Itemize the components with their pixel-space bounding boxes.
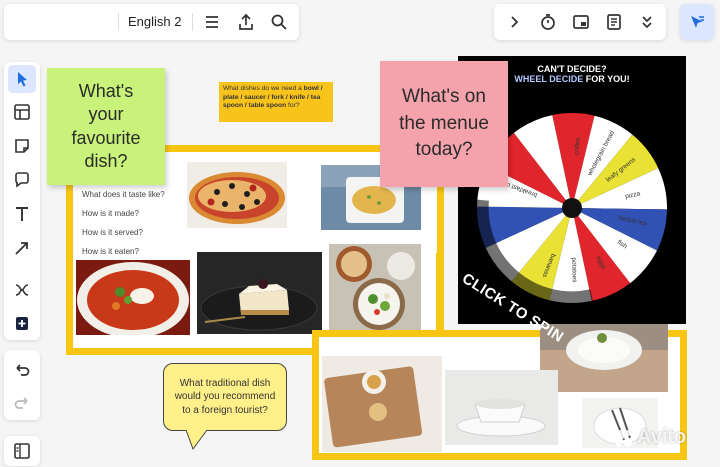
pizza-photo[interactable] <box>187 162 287 228</box>
comment-tail <box>185 429 208 451</box>
arrow-icon <box>15 242 28 255</box>
watermark-text: Avito <box>637 426 687 448</box>
question-made: How is it made? <box>82 209 139 218</box>
comment-tool[interactable] <box>8 166 36 194</box>
question-taste: What does it taste like? <box>82 190 165 199</box>
teacup-photo[interactable] <box>445 370 558 445</box>
timer-icon <box>541 14 555 30</box>
top-toolbar-left: English 2 <box>4 4 299 40</box>
plus-icon <box>16 317 28 330</box>
share-button[interactable] <box>232 8 260 36</box>
toolbar-divider <box>118 13 119 31</box>
tray-photo[interactable] <box>322 356 442 452</box>
mindmap-tool[interactable] <box>8 276 36 304</box>
sticky-note-icon <box>15 139 29 153</box>
panel-toggle[interactable] <box>4 436 40 466</box>
question-served: How is it served? <box>82 228 143 237</box>
select-tool[interactable] <box>8 65 36 93</box>
sticky-favourite-dish-text: What's your favourite dish? <box>71 80 141 171</box>
expand-button[interactable] <box>500 8 528 36</box>
sticky-menu-today-text: What's on the menue today? <box>399 86 489 161</box>
layout-icon <box>14 104 30 120</box>
sidebar-icon <box>14 443 30 459</box>
more-button[interactable] <box>633 8 661 36</box>
borscht-photo[interactable] <box>76 260 190 335</box>
search-button[interactable] <box>265 8 293 36</box>
redo-button[interactable] <box>8 388 36 416</box>
comment-traditional-dish[interactable]: What traditional dish would you recommen… <box>163 363 287 431</box>
top-toolbar-right <box>494 4 666 40</box>
notes-button[interactable] <box>600 8 628 36</box>
dishes-note[interactable]: What dishes do we need a bowl / plate / … <box>219 82 333 122</box>
search-icon <box>271 14 287 30</box>
cursor-icon <box>18 72 27 87</box>
salad-photo[interactable] <box>329 244 421 336</box>
watermark-dots-icon <box>615 429 632 447</box>
chevron-double-down-icon <box>642 16 652 29</box>
redo-icon <box>14 397 28 409</box>
connector-tool[interactable] <box>8 234 36 262</box>
screen-icon <box>573 15 589 29</box>
reactions-button[interactable] <box>680 4 714 40</box>
dishes-note-after: for? <box>286 102 300 110</box>
undo-icon <box>16 364 30 376</box>
sticky-favourite-dish[interactable]: What's your favourite dish? <box>47 68 165 185</box>
question-eaten: How is it eaten? <box>82 247 139 256</box>
language-selector[interactable]: English 2 <box>128 14 181 29</box>
text-icon <box>16 207 28 221</box>
chevron-right-icon <box>511 16 519 28</box>
dishes-note-before: What dishes do we need a <box>223 85 304 92</box>
mindmap-icon <box>15 284 29 296</box>
present-button[interactable] <box>567 8 595 36</box>
menu-icon <box>206 16 218 28</box>
history-toolbar <box>4 350 40 420</box>
sticky-menu-today[interactable]: What's on the menue today? <box>380 61 508 187</box>
left-toolbar <box>4 62 40 340</box>
upload-icon <box>239 13 253 30</box>
menu-button[interactable] <box>198 8 226 36</box>
comment-traditional-dish-text: What traditional dish would you recommen… <box>174 377 276 416</box>
timer-button[interactable] <box>534 8 562 36</box>
wheel-segment-label: potatoes <box>570 257 578 283</box>
toolbar-divider <box>192 13 193 31</box>
templates-tool[interactable] <box>8 98 36 126</box>
comment-icon <box>15 172 29 188</box>
add-tool[interactable] <box>8 309 36 337</box>
undo-button[interactable] <box>8 355 36 383</box>
wheel-hub[interactable] <box>562 198 582 218</box>
cheesecake-photo[interactable] <box>197 252 322 334</box>
document-icon <box>607 14 621 30</box>
watermark: Avito <box>612 426 686 449</box>
cursor-filter-icon <box>691 16 704 28</box>
sticky-note-tool[interactable] <box>8 132 36 160</box>
text-tool[interactable] <box>8 200 36 228</box>
